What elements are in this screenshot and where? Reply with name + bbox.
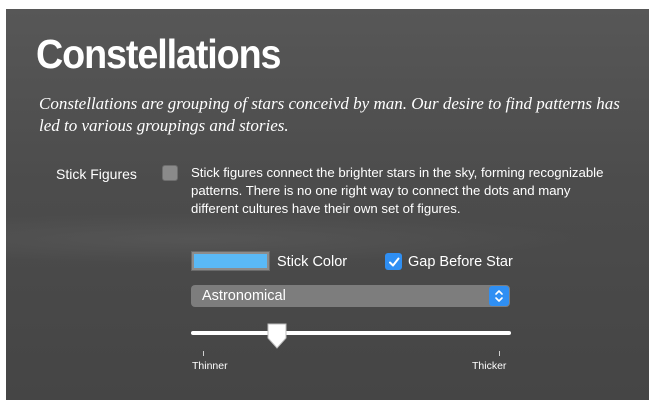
stick-color-well[interactable] — [191, 251, 270, 271]
figure-set-selected-value: Astronomical — [202, 288, 286, 304]
slider-max-tick — [499, 351, 500, 356]
stick-figures-checkbox[interactable] — [162, 165, 178, 181]
stick-figures-label: Stick Figures — [56, 166, 137, 182]
thinner-label: Thinner — [192, 360, 228, 372]
page-subtitle: Constellations are grouping of stars con… — [39, 94, 620, 135]
stick-figures-description: Stick figures connect the brighter stars… — [191, 165, 604, 216]
figure-set-select[interactable]: Astronomical — [191, 285, 510, 307]
thicker-label: Thicker — [472, 360, 507, 372]
gap-before-star-label: Gap Before Star — [408, 254, 513, 270]
stick-color-label: Stick Color — [277, 254, 348, 270]
page-title: Constellations — [36, 31, 282, 77]
gap-before-star-checkbox[interactable] — [385, 253, 402, 270]
thickness-slider-thumb[interactable] — [266, 322, 288, 350]
stick-color-swatch — [194, 254, 267, 268]
checkmark-icon — [388, 257, 399, 266]
thickness-slider-track[interactable] — [191, 331, 511, 335]
constellations-panel: Constellations Constellations are groupi… — [6, 9, 649, 400]
slider-min-tick — [203, 351, 204, 356]
up-down-chevron-icon[interactable] — [489, 286, 509, 306]
